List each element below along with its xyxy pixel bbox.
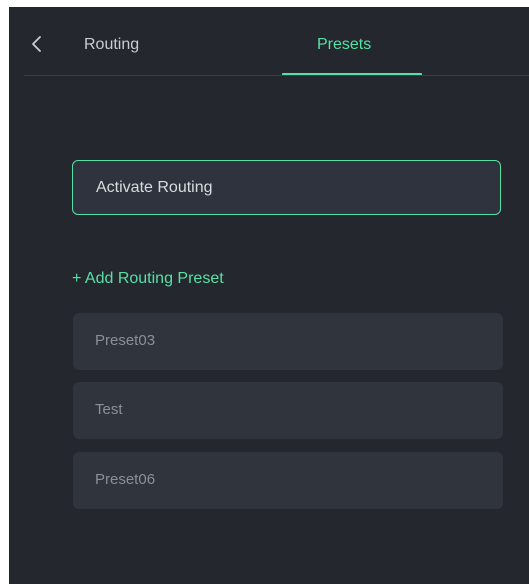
back-button[interactable] — [27, 33, 49, 55]
preset-label: Test — [95, 401, 123, 418]
tab-presets[interactable]: Presets — [317, 35, 371, 55]
preset-item-preset06[interactable]: Preset06 — [73, 452, 503, 509]
activate-routing-button[interactable]: Activate Routing — [72, 160, 501, 215]
preset-label: Preset06 — [95, 471, 156, 488]
preset-item-preset03[interactable]: Preset03 — [73, 313, 503, 370]
preset-item-test[interactable]: Test — [73, 382, 503, 439]
header-divider — [24, 75, 529, 76]
tab-routing[interactable]: Routing — [84, 35, 139, 55]
add-routing-preset-link[interactable]: + Add Routing Preset — [72, 269, 224, 289]
routing-panel: Routing Presets Activate Routing + Add R… — [9, 7, 529, 584]
chevron-left-icon — [27, 33, 49, 55]
header: Routing Presets — [9, 7, 529, 76]
preset-label: Preset03 — [95, 332, 156, 349]
activate-routing-label: Activate Routing — [96, 179, 213, 196]
